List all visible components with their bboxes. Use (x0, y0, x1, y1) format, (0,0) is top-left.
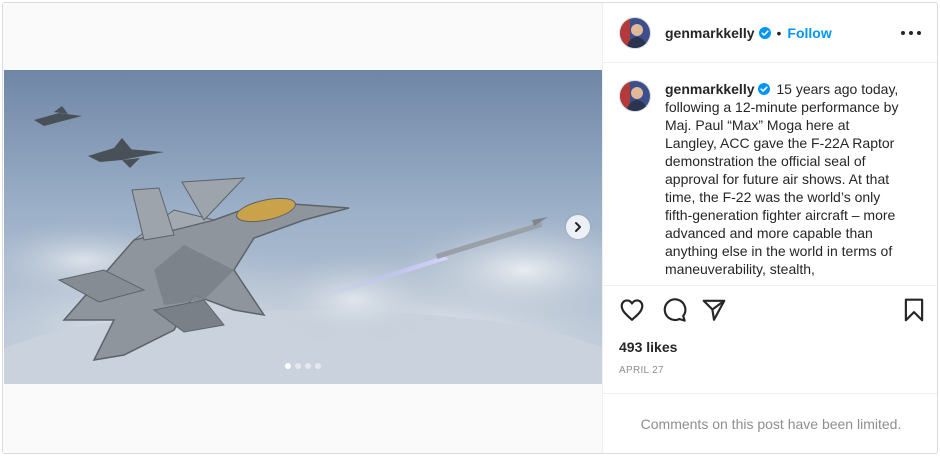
post-sidebar: genmarkkelly • Follow genmarkkelly 15 ye… (603, 3, 937, 453)
caption-username[interactable]: genmarkkelly (665, 81, 755, 97)
chevron-right-icon (575, 222, 581, 232)
instagram-post: genmarkkelly • Follow genmarkkelly 15 ye… (2, 2, 938, 454)
save-button[interactable] (901, 297, 927, 323)
more-options-icon[interactable] (901, 25, 921, 41)
carousel-dot (295, 363, 301, 369)
comments-limited-notice: Comments on this post have been limited. (603, 393, 937, 453)
profile-photo-icon (620, 17, 650, 48)
post-header: genmarkkelly • Follow (603, 3, 937, 63)
separator-dot: • (776, 24, 782, 41)
caption-text: 15 years ago today, following a 12-minut… (665, 81, 899, 277)
share-button[interactable] (701, 297, 727, 323)
action-bar (619, 297, 924, 323)
like-button[interactable] (619, 297, 645, 323)
carousel-dot-active (285, 363, 291, 369)
post-caption: genmarkkelly 15 years ago today, followi… (665, 80, 905, 278)
post-date[interactable]: APRIL 27 (619, 365, 664, 376)
carousel-dot (305, 363, 311, 369)
username[interactable]: genmarkkelly (665, 25, 755, 41)
comment-button[interactable] (661, 297, 687, 323)
profile-photo-icon (620, 81, 650, 111)
heart-icon (620, 299, 644, 321)
caption-area: genmarkkelly 15 years ago today, followi… (603, 64, 937, 286)
verified-badge-icon (758, 26, 771, 39)
carousel-dot (315, 363, 321, 369)
follow-button[interactable]: Follow (787, 25, 831, 41)
post-media-area (3, 3, 603, 453)
verified-badge-icon (757, 81, 770, 95)
bookmark-icon (904, 298, 924, 322)
carousel-indicator (285, 363, 321, 369)
fighter-jet-image (4, 70, 602, 384)
comment-icon (663, 298, 687, 322)
carousel-next-button[interactable] (566, 215, 590, 239)
likes-count[interactable]: 493 likes (619, 339, 677, 355)
avatar[interactable] (619, 16, 651, 49)
share-icon (702, 299, 726, 321)
post-photo[interactable] (4, 70, 602, 384)
avatar[interactable] (619, 80, 651, 112)
